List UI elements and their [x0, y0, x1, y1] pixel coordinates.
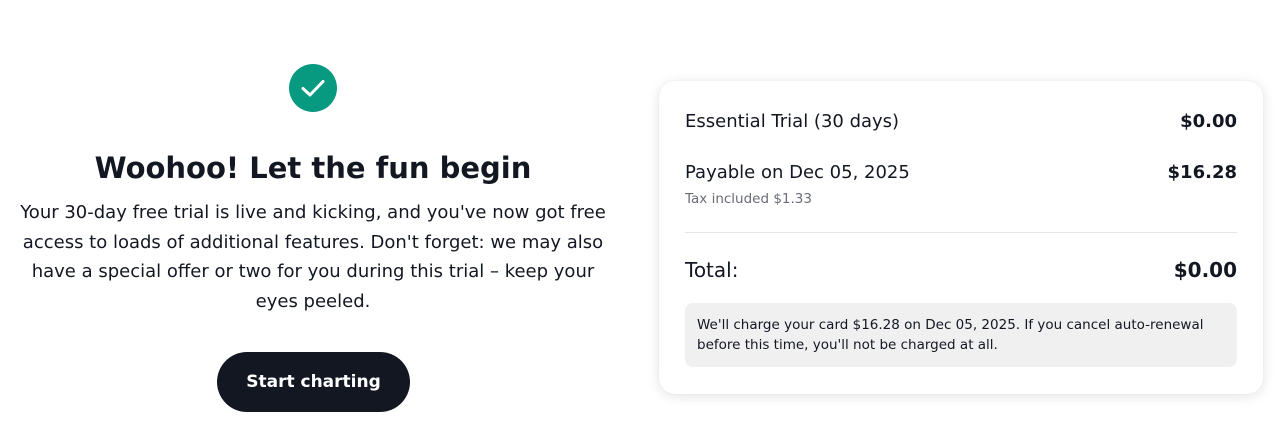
check-circle-icon	[289, 64, 337, 112]
payable-row: Payable on Dec 05, 2025 $16.28 Tax inclu…	[685, 161, 1237, 207]
payable-label: Payable on Dec 05, 2025	[685, 162, 910, 183]
confirmation-panel: Woohoo! Let the fun begin Your 30-day fr…	[0, 0, 626, 430]
plan-price: $0.00	[1180, 111, 1237, 132]
summary-divider	[685, 232, 1237, 233]
total-label: Total:	[685, 258, 739, 282]
confirmation-description: Your 30-day free trial is live and kicki…	[20, 202, 606, 312]
charge-note: We'll charge your card $16.28 on Dec 05,…	[685, 303, 1237, 367]
order-summary-card: Essential Trial (30 days) $0.00 Payable …	[659, 81, 1263, 394]
payable-price: $16.28	[1167, 162, 1237, 183]
plan-row: Essential Trial (30 days) $0.00	[685, 110, 1237, 134]
total-row: Total: $0.00	[685, 256, 1237, 284]
total-price: $0.00	[1173, 258, 1237, 282]
start-charting-button[interactable]: Start charting	[217, 352, 410, 412]
tax-note: Tax included $1.33	[685, 191, 812, 207]
confirmation-title: Woohoo! Let the fun begin	[94, 151, 532, 185]
plan-label: Essential Trial (30 days)	[685, 111, 900, 132]
